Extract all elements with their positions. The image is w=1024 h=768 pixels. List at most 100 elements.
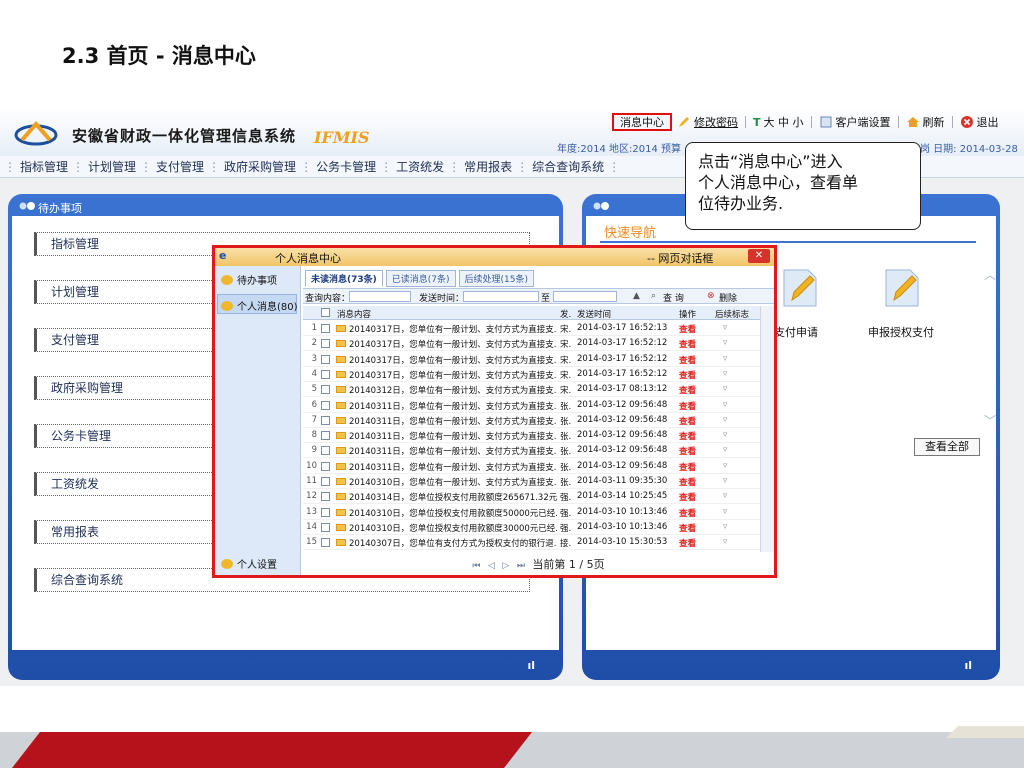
query-content-input[interactable] [349,291,411,302]
view-link[interactable]: 查看 [679,445,705,457]
followup-flag-icon[interactable]: ▿ [723,430,739,440]
row-checkbox[interactable] [321,522,330,532]
row-checkbox[interactable] [321,354,330,364]
menu-item-budget[interactable]: 指标管理 [20,158,68,175]
column-time[interactable]: 发送时间 [577,308,673,320]
followup-flag-icon[interactable]: ▿ [723,338,739,348]
row-checkbox[interactable] [321,446,330,456]
scroll-up-icon[interactable]: ︿ [984,266,996,283]
menu-item-official-card[interactable]: 公务卡管理 [316,158,376,175]
row-checkbox[interactable] [321,369,330,379]
table-row[interactable]: 7 20140311日，您单位有一般计划、支付方式为直接支...张... 2014-… [303,413,760,428]
next-page-icon[interactable]: ▷ [502,561,509,571]
font-size-control[interactable]: T 大 中 小 [748,113,809,131]
row-checkbox[interactable] [321,507,330,517]
select-all-checkbox[interactable] [321,308,330,317]
authorized-payment-label[interactable]: 申报授权支付 [868,324,934,340]
sort-icon[interactable]: ▲ [633,291,640,301]
view-link[interactable]: 查看 [679,415,705,427]
tab-unread[interactable]: 未读消息(73条) [305,270,383,287]
close-icon[interactable]: ✕ [748,249,770,263]
followup-flag-icon[interactable]: ▿ [723,384,739,394]
table-row[interactable]: 2 20140317日，您单位有一般计划、支付方式为直接支...宋... 2014-… [303,336,760,352]
change-password-button[interactable]: 修改密码 [672,113,743,131]
table-row[interactable]: 3 20140317日，您单位有一般计划、支付方式为直接支...宋... 2014-… [303,352,760,367]
row-checkbox[interactable] [321,324,330,333]
view-link[interactable]: 查看 [679,430,705,442]
refresh-button[interactable]: 刷新 [901,113,950,131]
message-center-button[interactable]: 消息中心 [612,113,672,131]
tab-followup[interactable]: 后续处理(15条) [458,270,534,287]
followup-flag-icon[interactable]: ▿ [723,369,739,379]
view-link[interactable]: 查看 [679,461,705,473]
authorized-payment-icon[interactable] [880,266,924,310]
row-checkbox[interactable] [321,461,330,471]
table-row[interactable]: 6 20140311日，您单位有一般计划、支付方式为直接支...张... 2014-… [303,398,760,413]
view-link[interactable]: 查看 [679,537,705,549]
followup-flag-icon[interactable]: ▿ [723,323,739,333]
row-checkbox[interactable] [321,492,330,502]
table-row[interactable]: 1 20140317日，您单位有一般计划、支付方式为直接支...宋... 2014-… [303,321,760,336]
column-followup[interactable]: 后续标志 [715,308,755,320]
followup-flag-icon[interactable]: ▿ [723,415,739,425]
menu-item-payment[interactable]: 支付管理 [156,158,204,175]
view-link[interactable]: 查看 [679,338,705,350]
followup-flag-icon[interactable]: ▿ [723,491,739,501]
view-link[interactable]: 查看 [679,384,705,396]
sidebar-item-todo[interactable]: 待办事项 [221,272,277,287]
payment-request-label[interactable]: 支付申请 [774,324,818,340]
row-checkbox[interactable] [321,400,330,410]
followup-flag-icon[interactable]: ▿ [723,537,739,547]
search-button[interactable]: 查 询 [663,291,684,304]
table-row[interactable]: 10 20140311日，您单位有一般计划、支付方式为直接支...张... 2014… [303,459,760,474]
view-link[interactable]: 查看 [679,354,705,366]
table-row[interactable]: 4 20140317日，您单位有一般计划、支付方式为直接支...宋... 2014-… [303,367,760,382]
row-checkbox[interactable] [321,339,330,349]
table-row[interactable]: 5 20140312日，您单位有一般计划、支付方式为直接支...宋... 2014-… [303,382,760,398]
query-start-date-input[interactable] [463,291,539,302]
menu-item-payroll[interactable]: 工资统发 [396,158,444,175]
row-checkbox[interactable] [321,431,330,441]
scroll-down-icon[interactable]: ﹀ [984,412,996,429]
table-row[interactable]: 13 20140310日，您单位授权支付用款额度50000元已经...强... 20… [303,505,760,520]
exit-button[interactable]: 退出 [955,113,1004,131]
tab-read[interactable]: 已读消息(7条) [385,270,456,287]
table-row[interactable]: 12 20140314日，您单位授权支付用款额度265671.32元...强...… [303,489,760,505]
followup-flag-icon[interactable]: ▿ [723,461,739,471]
table-row[interactable]: 9 20140311日，您单位有一般计划、支付方式为直接支...张... 2014-… [303,443,760,459]
first-page-icon[interactable]: ⏮ [472,561,480,571]
view-link[interactable]: 查看 [679,369,705,381]
table-row[interactable]: 15 20140307日，您单位有支付方式为授权支付的银行退...接... 2014… [303,535,760,551]
menu-item-plan[interactable]: 计划管理 [88,158,136,175]
table-row[interactable]: 8 20140311日，您单位有一般计划、支付方式为直接支...张... 2014-… [303,428,760,444]
view-link[interactable]: 查看 [679,400,705,412]
view-all-button[interactable]: 查看全部 [914,438,980,456]
followup-flag-icon[interactable]: ▿ [723,522,739,532]
menu-item-query[interactable]: 综合查询系统 [532,158,604,175]
menu-item-procurement[interactable]: 政府采购管理 [224,158,296,175]
view-link[interactable]: 查看 [679,323,705,335]
row-checkbox[interactable] [321,385,330,395]
view-link[interactable]: 查看 [679,507,705,519]
column-content[interactable]: 消息内容 [337,308,545,320]
menu-item-reports[interactable]: 常用报表 [464,158,512,175]
followup-flag-icon[interactable]: ▿ [723,507,739,517]
column-sender[interactable]: 发... [560,308,572,320]
query-end-date-input[interactable] [553,291,617,302]
table-row[interactable]: 14 20140310日，您单位授权支付用款额度30000元已经...强... 20… [303,520,760,535]
followup-flag-icon[interactable]: ▿ [723,445,739,455]
column-operation[interactable]: 操作 [679,308,705,320]
view-link[interactable]: 查看 [679,491,705,503]
followup-flag-icon[interactable]: ▿ [723,400,739,410]
delete-button[interactable]: 删除 [719,291,737,304]
last-page-icon[interactable]: ⏭ [517,561,525,571]
view-link[interactable]: 查看 [679,522,705,534]
table-scrollbar[interactable] [760,306,774,552]
view-link[interactable]: 查看 [679,476,705,488]
payment-request-icon[interactable] [778,266,822,310]
followup-flag-icon[interactable]: ▿ [723,354,739,364]
table-row[interactable]: 11 20140310日，您单位有一般计划、支付方式为直接支...张... 2014… [303,474,760,489]
client-settings-button[interactable]: 客户端设置 [814,113,896,131]
prev-page-icon[interactable]: ◁ [488,561,495,571]
row-checkbox[interactable] [321,415,330,425]
